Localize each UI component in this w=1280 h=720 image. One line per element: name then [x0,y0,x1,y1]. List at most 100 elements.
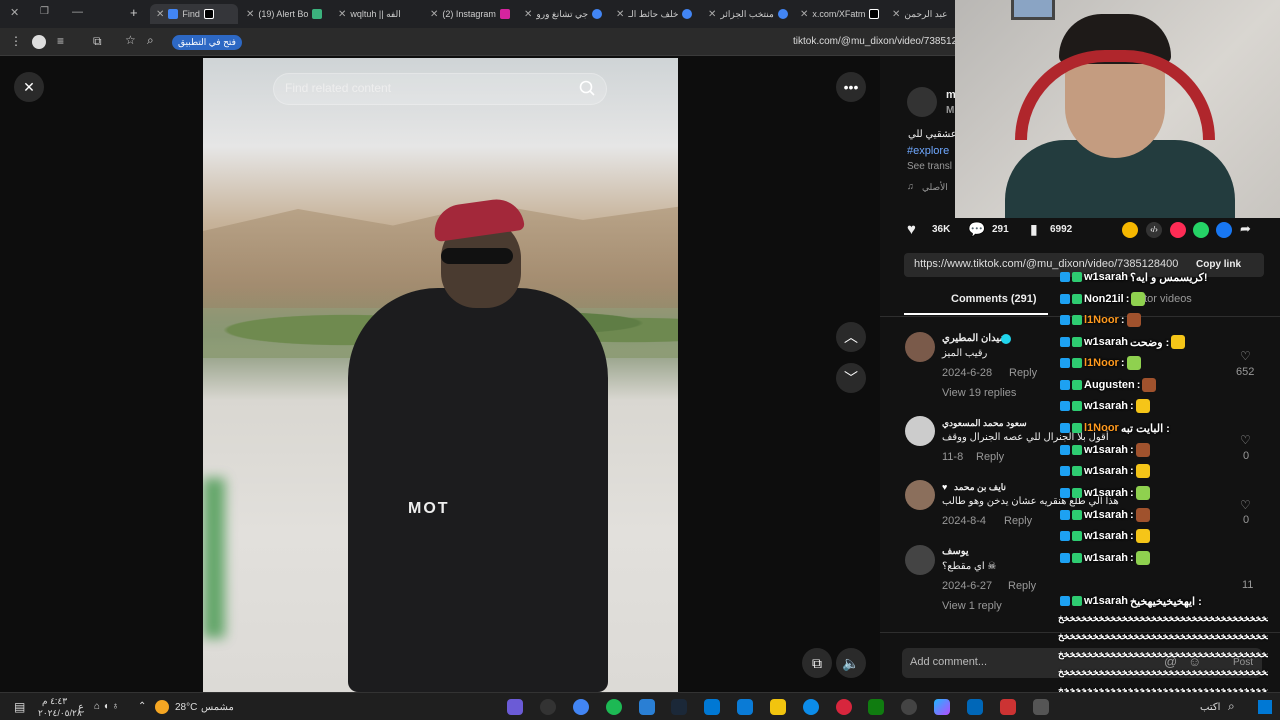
close-tab-icon[interactable]: ✕ [800,9,808,20]
comment-author[interactable]: ضيدان المطيري [942,333,1008,344]
reply-button[interactable]: Reply [1004,515,1032,527]
zoom-icon[interactable]: ⌕ [147,33,154,48]
previous-video-button[interactable]: ︿ [836,322,866,352]
mail-icon[interactable] [704,699,720,715]
creator-videos-tab[interactable]: ator videos [1138,293,1192,305]
app-icon[interactable] [1000,699,1016,715]
tab[interactable]: ✕ خلف حائط الـ [616,4,696,24]
see-translation-link[interactable]: See transl [907,161,952,172]
menu-dots-icon[interactable]: ⋮ [10,34,22,48]
bookmark-icon[interactable]: ▮ [1030,221,1038,238]
comment-author[interactable]: يوسف [942,546,969,557]
reply-button[interactable]: Reply [1008,580,1036,592]
clock-date[interactable]: ٢٠٢٤/٠٥/٢٨ [38,708,82,719]
reply-button[interactable]: Reply [1009,367,1037,379]
facebook-icon[interactable] [1216,222,1232,238]
file-explorer-icon[interactable] [639,699,655,715]
embed-code-icon[interactable]: ‹/› [1146,222,1162,238]
language-indicator[interactable]: ع [78,702,84,713]
tab[interactable]: ✕ جي تشانغ ورو [524,4,604,24]
tab[interactable]: ✕ wqltuh || الفه [338,4,418,24]
next-video-button[interactable]: ﹀ [836,363,866,393]
open-in-app-chip[interactable]: فتح في التطبيق [172,35,242,50]
taskbar-search-hint[interactable]: اكتب [1200,702,1220,713]
tab[interactable]: ✕ عبد الرحمن [892,4,956,24]
close-tab-icon[interactable]: ✕ [156,9,164,20]
view-replies-button[interactable]: View 1 reply [942,600,1002,612]
author-avatar[interactable] [907,87,937,117]
folder-icon[interactable] [770,699,786,715]
obs-icon[interactable] [540,699,556,715]
clock-time[interactable]: ٤:٤٣ م [42,696,67,707]
comment-avatar[interactable] [905,416,935,446]
weather-temp[interactable]: 28°C [175,702,197,713]
close-tab-icon[interactable]: ✕ [524,9,532,20]
close-tab-icon[interactable]: ✕ [246,9,254,20]
close-tab-icon[interactable]: ✕ [338,9,346,20]
tray-overflow-icon[interactable]: ⌃ [138,701,146,712]
tab-active[interactable]: ✕ Find [150,4,238,24]
search-icon[interactable] [578,79,596,97]
restore-window-icon[interactable]: ❐ [40,6,49,17]
tab[interactable]: ✕ (2) Instagram [430,4,512,24]
app-icon[interactable] [836,699,852,715]
spotify-icon[interactable] [606,699,622,715]
comment-author[interactable]: نايف بن محمد [954,482,1006,493]
like-heart-icon[interactable]: ♥ [907,221,916,238]
tab[interactable]: ✕ (19) Alert Bo [246,4,326,24]
windows-start-icon[interactable] [1258,700,1272,714]
send-friend-icon[interactable] [1170,222,1186,238]
new-tab-icon[interactable]: + [130,5,138,20]
app-icon[interactable] [967,699,983,715]
store-icon[interactable] [737,699,753,715]
comment-avatar[interactable] [905,545,935,575]
close-tab-icon[interactable]: ✕ [430,9,438,20]
reply-button[interactable]: Reply [976,451,1004,463]
task-view-icon[interactable] [1033,699,1049,715]
repost-share-icon[interactable] [1122,222,1138,238]
bookmark-star-icon[interactable]: ☆ [125,33,136,47]
chrome-icon[interactable] [573,699,589,715]
url-text[interactable]: tiktok.com/@mu_dixon/video/7385128 [793,36,963,47]
comment-like-icon[interactable]: ♡ [1240,498,1251,512]
reading-list-icon[interactable]: ≡ [57,34,64,48]
more-options-button[interactable]: ••• [836,72,866,102]
close-tab-icon[interactable]: ✕ [708,9,716,20]
system-tray-icons[interactable]: ⌂ ◖ ♁ [94,701,119,712]
post-sound[interactable]: الأصلي [922,182,948,193]
share-arrow-icon[interactable]: ➦ [1240,221,1251,237]
copilot-icon[interactable] [934,699,950,715]
minimize-window-icon[interactable]: — [72,6,83,18]
weather-desc[interactable]: مشمس [201,702,234,713]
comment-like-icon[interactable]: ♡ [1240,349,1251,363]
video-player[interactable]: MOT [203,58,678,692]
close-window-icon[interactable]: ✕ [10,6,19,19]
close-tab-icon[interactable]: ✕ [616,9,624,20]
pip-button[interactable]: ⧉ [802,648,832,678]
app-icon[interactable] [507,699,523,715]
search-icon[interactable]: ⌕ [1228,699,1235,714]
volume-button[interactable]: 🔈 [836,648,866,678]
close-video-button[interactable]: ✕ [14,72,44,102]
comment-like-icon[interactable]: ♡ [1240,433,1251,447]
comment-icon[interactable]: 💬 [968,221,985,238]
close-tab-icon[interactable]: ✕ [892,9,900,20]
comment-avatar[interactable] [905,332,935,362]
profile-avatar[interactable] [32,35,46,49]
post-hashtag[interactable]: #explore [907,145,949,157]
extensions-icon[interactable]: ⧉ [93,34,102,49]
tab[interactable]: ✕ منتخب الجزائر [708,4,792,24]
steam-icon[interactable] [671,699,687,715]
tab[interactable]: ✕ x.com/XFatm [800,4,884,24]
add-comment-placeholder[interactable]: Add comment... [910,656,987,668]
comments-tab[interactable]: Comments (291) [951,293,1037,305]
comment-author[interactable]: سعود محمد المسعودي [942,418,1027,429]
view-replies-button[interactable]: View 19 replies [942,387,1016,399]
edge-icon[interactable] [803,699,819,715]
xbox-icon[interactable] [868,699,884,715]
settings-icon[interactable] [901,699,917,715]
comment-avatar[interactable] [905,480,935,510]
related-search-placeholder[interactable]: Find related content [285,81,391,95]
whatsapp-icon[interactable] [1193,222,1209,238]
notifications-icon[interactable]: ▤ [14,700,25,714]
